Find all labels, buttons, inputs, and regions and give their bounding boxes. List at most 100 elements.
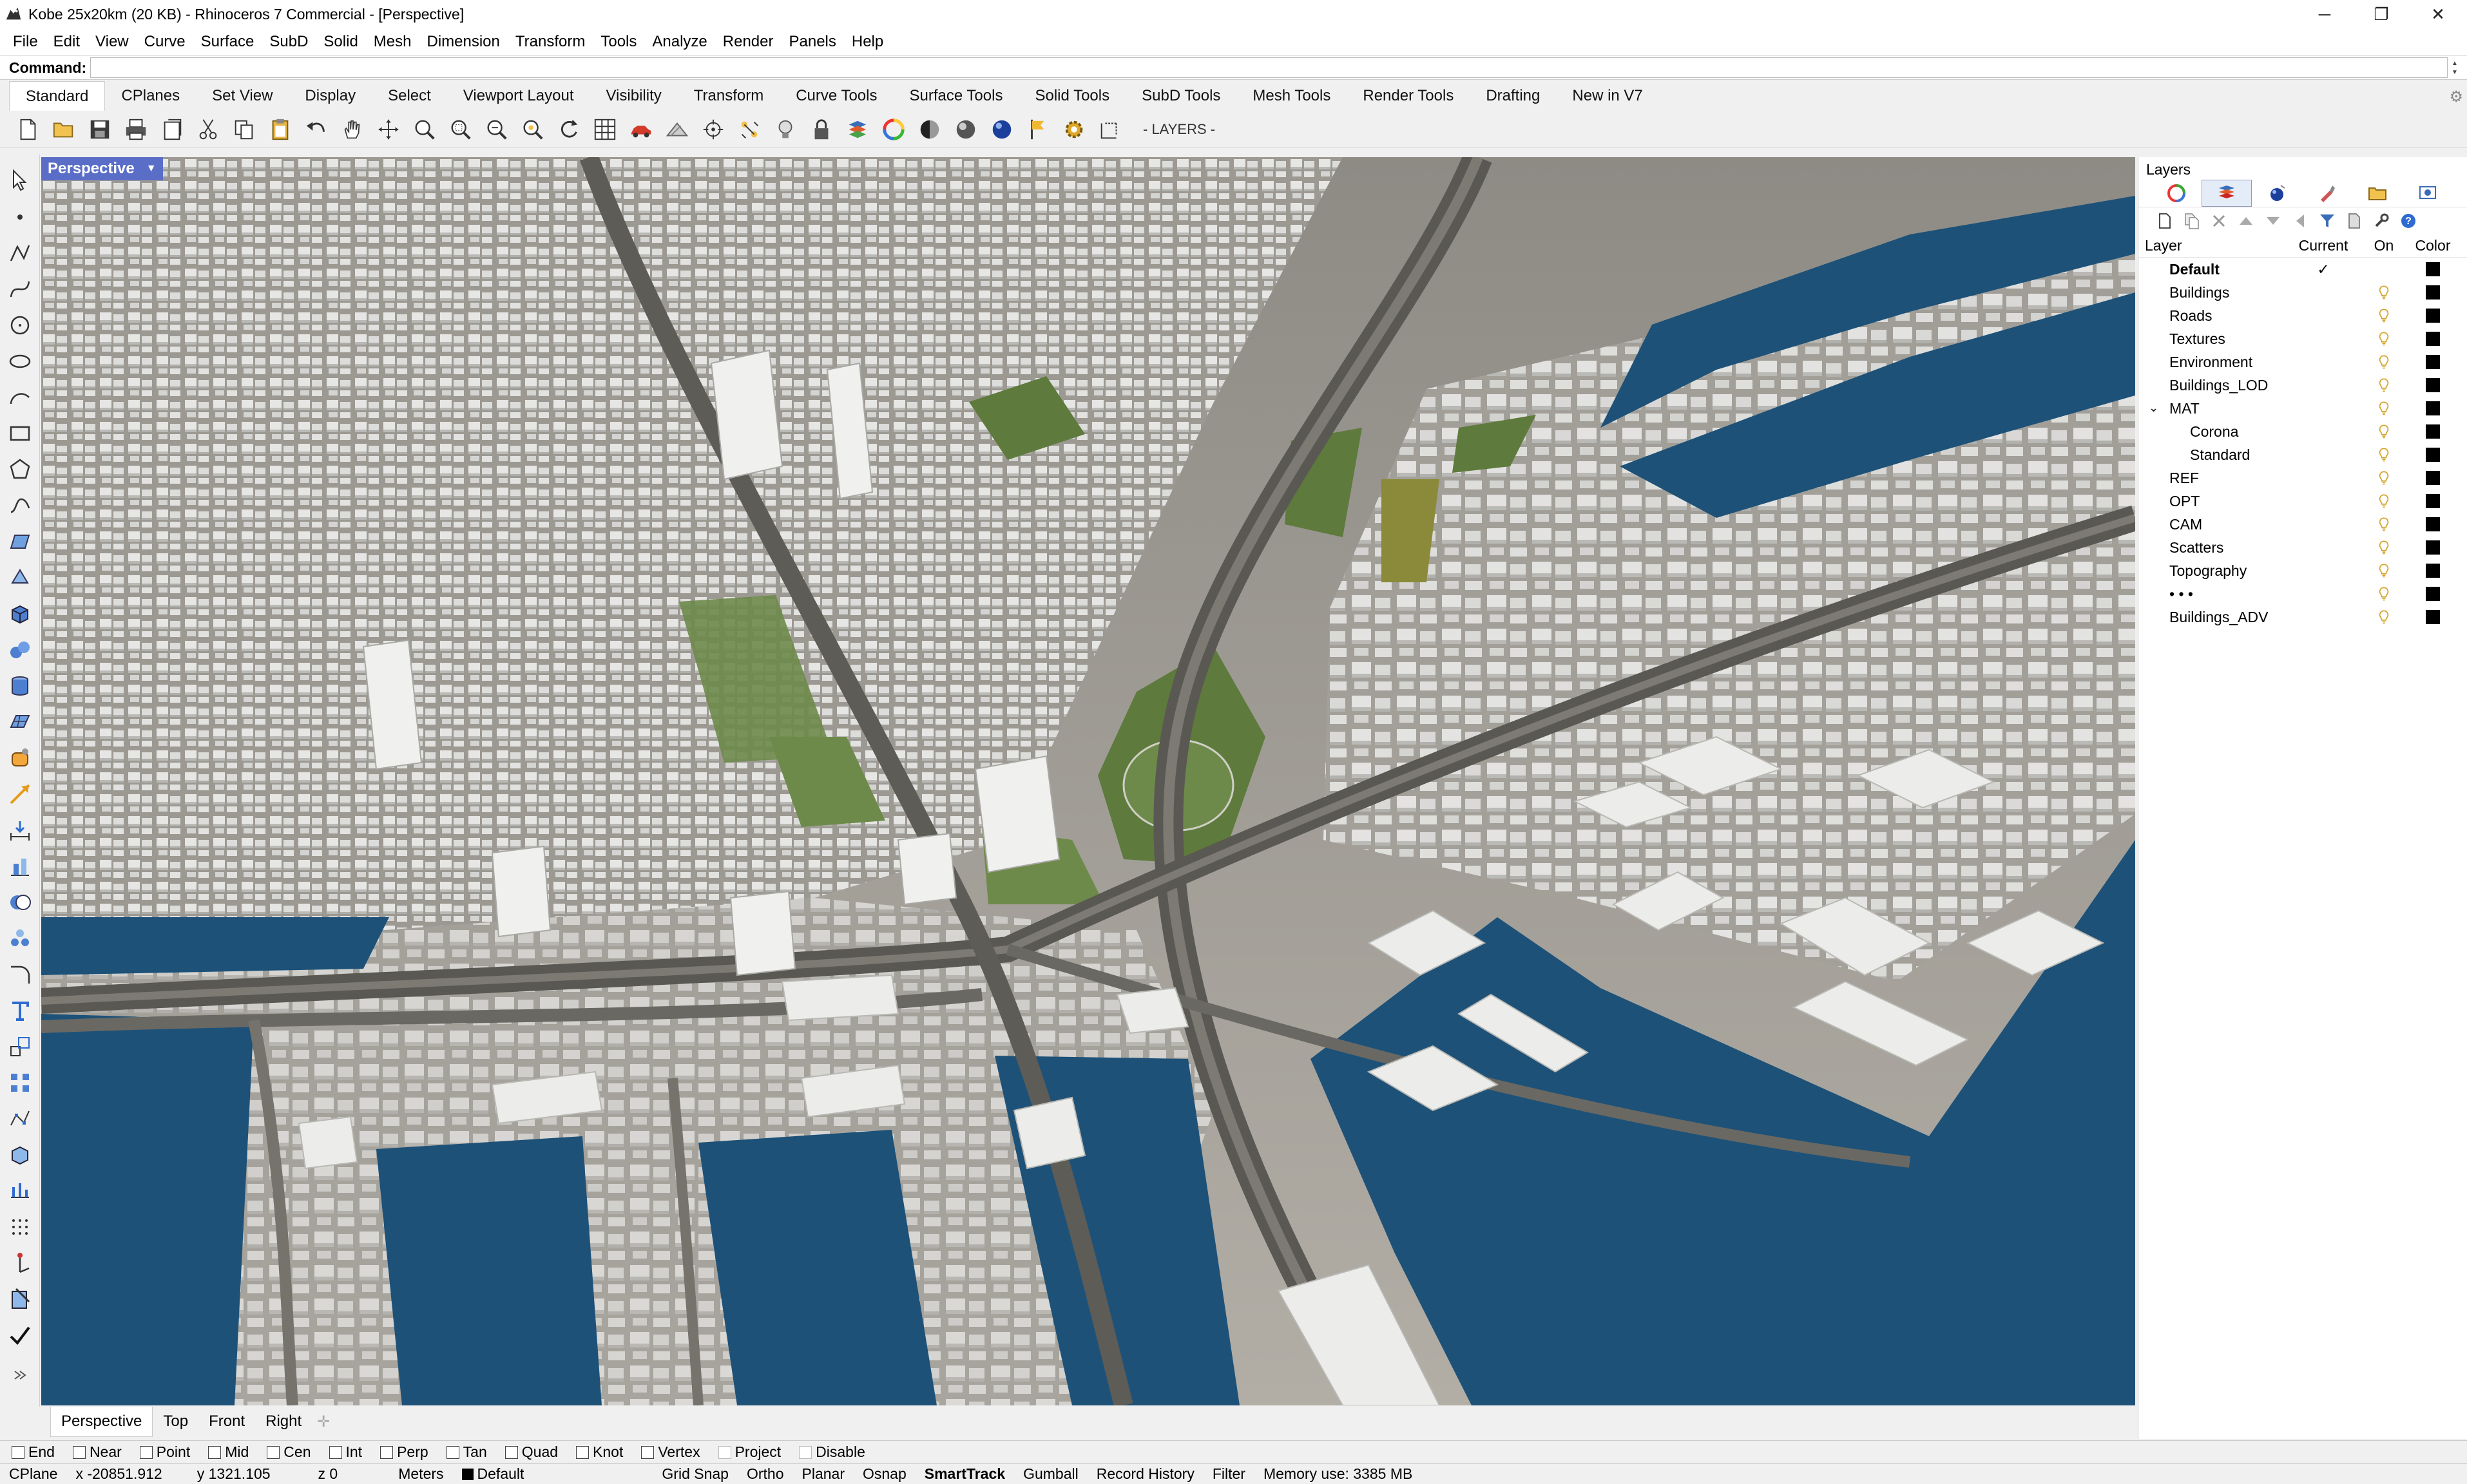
layer-color-cell[interactable] [2406, 494, 2459, 508]
new-layer-icon[interactable] [2151, 209, 2178, 233]
pan-hand-icon[interactable] [338, 115, 367, 144]
layer-color-cell[interactable] [2406, 448, 2459, 462]
layer-color-swatch[interactable] [2426, 448, 2440, 462]
open-file-icon[interactable] [49, 115, 79, 144]
minimize-button[interactable]: ─ [2296, 0, 2353, 28]
status-cplane[interactable]: CPlane [0, 1465, 66, 1483]
command-input[interactable] [90, 57, 2448, 78]
libraries-tab-icon[interactable] [2352, 180, 2403, 207]
layer-color-swatch[interactable] [2426, 424, 2440, 439]
layer-name[interactable]: Buildings_LOD [2138, 377, 2285, 394]
osnap-tan[interactable]: Tan [446, 1443, 487, 1461]
layer-visibility-bulb-icon[interactable] [2361, 540, 2406, 555]
cut-icon[interactable] [193, 115, 223, 144]
layer-color-cell[interactable] [2406, 309, 2459, 323]
flag-icon[interactable] [1023, 115, 1053, 144]
layer-name[interactable]: Textures [2138, 330, 2285, 348]
transform-arrow-icon[interactable] [4, 778, 36, 810]
filter-icon[interactable] [2314, 209, 2341, 233]
layer-color-swatch[interactable] [2426, 309, 2440, 323]
sphere-grey-icon[interactable] [915, 115, 945, 144]
move-layer-down-icon[interactable] [2260, 209, 2287, 233]
layer-color-cell[interactable] [2406, 471, 2459, 485]
layer-color-swatch[interactable] [2426, 355, 2440, 369]
layer-row-environment[interactable]: Environment [2138, 350, 2467, 374]
tab-surface-tools[interactable]: Surface Tools [893, 81, 1019, 111]
tab-cplanes[interactable]: CPlanes [105, 81, 196, 111]
column-on[interactable]: On [2361, 237, 2406, 254]
zoom-extents-icon[interactable] [482, 115, 512, 144]
layer-visibility-bulb-icon[interactable] [2361, 377, 2406, 393]
layer-row-topography[interactable]: Topography [2138, 559, 2467, 582]
layer-visibility-bulb-icon[interactable] [2361, 354, 2406, 370]
sphere-dark-icon[interactable] [951, 115, 981, 144]
toolbar-options-gear-icon[interactable]: ⚙ [2449, 88, 2463, 106]
layer-name[interactable]: Standard [2138, 446, 2285, 464]
menu-file[interactable]: File [5, 28, 46, 55]
expand-palette-icon[interactable] [4, 1359, 36, 1391]
tab-render-tools[interactable]: Render Tools [1347, 81, 1470, 111]
layer-row-default[interactable]: Default ✓ [2138, 258, 2467, 281]
osnap-point-checkbox[interactable] [139, 1445, 153, 1459]
layer-icon[interactable] [843, 115, 872, 144]
menu-mesh[interactable]: Mesh [366, 28, 419, 55]
osnap-int-checkbox[interactable] [329, 1445, 342, 1459]
move-layer-up-icon[interactable] [2232, 209, 2260, 233]
copy-icon[interactable] [229, 115, 259, 144]
layer-row-ref[interactable]: REF [2138, 466, 2467, 490]
layer-color-swatch[interactable] [2426, 285, 2440, 300]
layer-row-more[interactable]: • • • [2138, 582, 2467, 605]
layer-color-cell[interactable] [2406, 262, 2459, 276]
properties-tab-icon[interactable] [2151, 180, 2202, 207]
arc-icon[interactable] [4, 381, 36, 414]
cylinder-icon[interactable] [4, 670, 36, 702]
layer-visibility-bulb-icon[interactable] [2361, 424, 2406, 439]
tab-select[interactable]: Select [372, 81, 447, 111]
layer-row-cam[interactable]: CAM [2138, 513, 2467, 536]
close-button[interactable]: ✕ [2410, 0, 2466, 28]
tools-wrench-icon[interactable] [2368, 209, 2395, 233]
layer-row-standard[interactable]: Standard [2138, 443, 2467, 466]
osnap-near-checkbox[interactable] [72, 1445, 86, 1459]
help-icon[interactable]: ? [2395, 209, 2422, 233]
boolean-icon[interactable] [4, 886, 36, 918]
layer-color-swatch[interactable] [2426, 517, 2440, 531]
layer-name[interactable]: Roads [2138, 307, 2285, 325]
section-icon[interactable] [4, 1283, 36, 1315]
layer-row-buildings-lod[interactable]: Buildings_LOD [2138, 374, 2467, 397]
layer-color-swatch[interactable] [2426, 540, 2440, 555]
status-grid-snap[interactable]: Grid Snap [533, 1465, 738, 1483]
sphere-tool-icon[interactable] [4, 634, 36, 666]
view-tab-top[interactable]: Top [153, 1407, 198, 1436]
osnap-perp-checkbox[interactable] [380, 1445, 394, 1459]
layer-name[interactable]: OPT [2138, 493, 2285, 510]
layer-visibility-bulb-icon[interactable] [2361, 586, 2406, 602]
layer-row-buildings-adv[interactable]: Buildings_ADV [2138, 605, 2467, 629]
layer-visibility-bulb-icon[interactable] [2361, 609, 2406, 625]
layer-color-cell[interactable] [2406, 610, 2459, 624]
menu-transform[interactable]: Transform [508, 28, 593, 55]
menu-render[interactable]: Render [715, 28, 782, 55]
points-on-icon[interactable] [4, 922, 36, 955]
extrude-icon[interactable] [4, 562, 36, 594]
layer-row-roads[interactable]: Roads [2138, 304, 2467, 327]
undo-icon[interactable] [302, 115, 331, 144]
fillet-icon[interactable] [4, 958, 36, 991]
tab-mesh-tools[interactable]: Mesh Tools [1236, 81, 1347, 111]
status-filter[interactable]: Filter [1204, 1465, 1254, 1483]
subd-icon[interactable] [4, 742, 36, 774]
osnap-near[interactable]: Near [72, 1443, 122, 1461]
layer-visibility-bulb-icon[interactable] [2361, 563, 2406, 578]
layer-color-cell[interactable] [2406, 517, 2459, 531]
osnap-vertex[interactable]: Vertex [641, 1443, 700, 1461]
osnap-quad-checkbox[interactable] [504, 1445, 518, 1459]
layer-color-swatch[interactable] [2426, 332, 2440, 346]
scale-icon[interactable] [4, 1031, 36, 1063]
light-icon[interactable] [771, 115, 800, 144]
shade-icon[interactable] [662, 115, 692, 144]
box-icon[interactable] [4, 598, 36, 630]
menu-dimension[interactable]: Dimension [419, 28, 507, 55]
osnap-project-checkbox[interactable] [718, 1445, 731, 1459]
layer-row-scatters[interactable]: Scatters [2138, 536, 2467, 559]
osnap-perp[interactable]: Perp [380, 1443, 428, 1461]
